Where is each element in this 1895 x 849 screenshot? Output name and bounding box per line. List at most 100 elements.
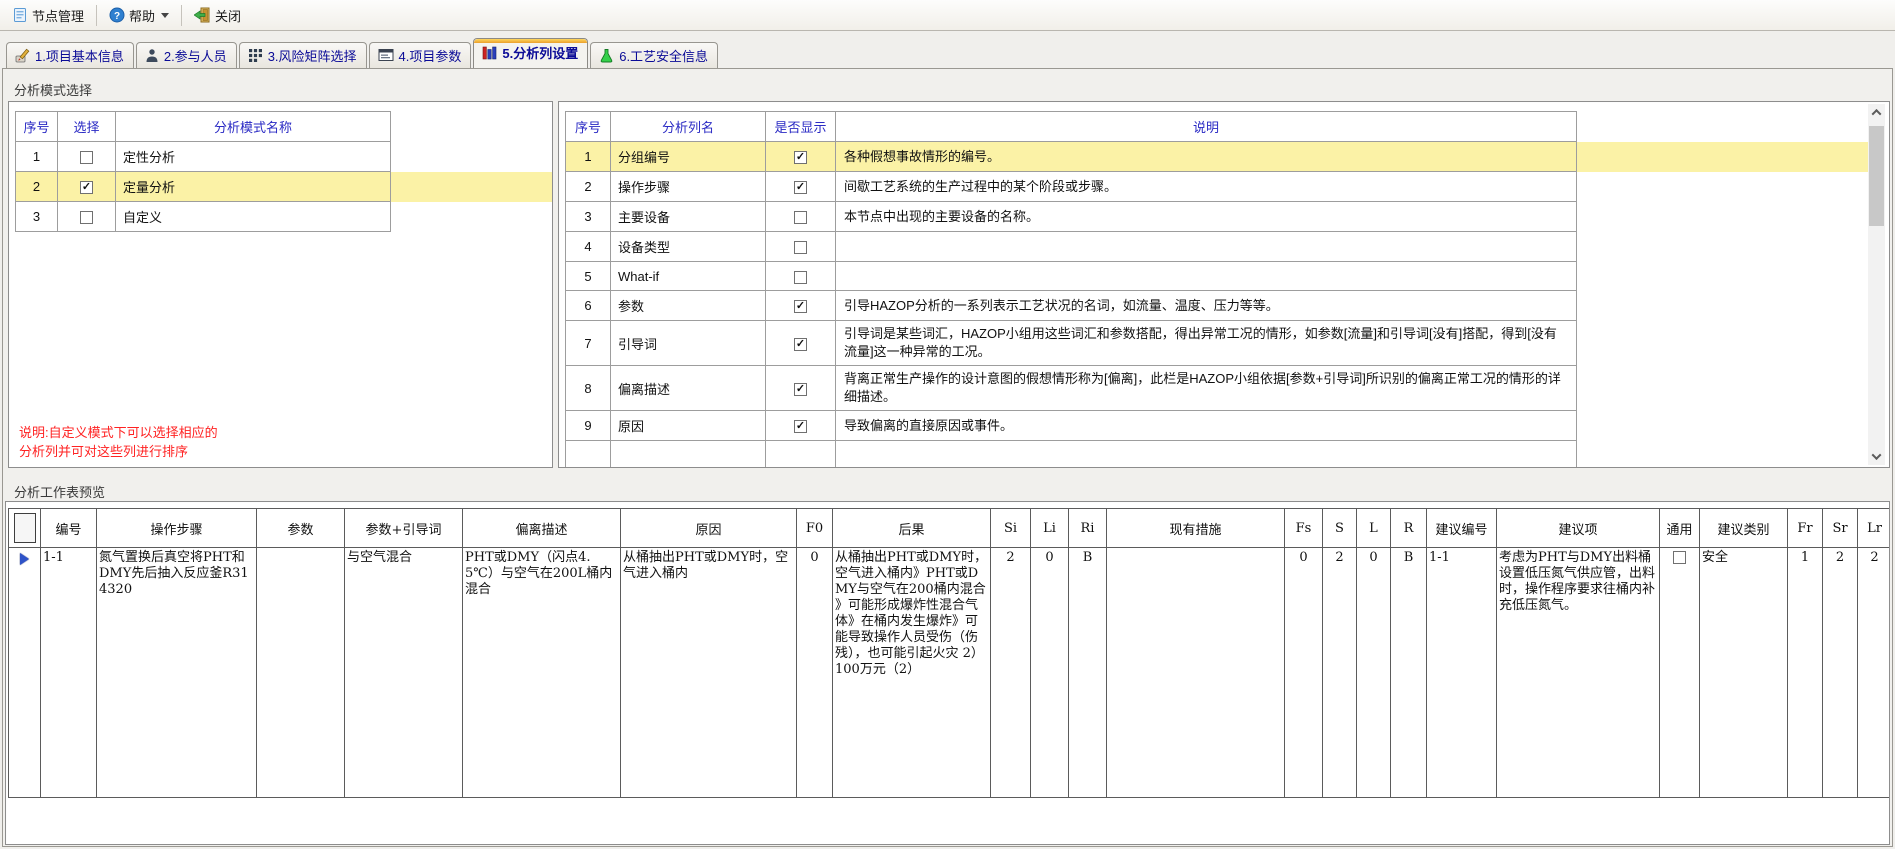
cell-lr[interactable]: 2 — [1857, 547, 1889, 798]
column-row-6[interactable]: 6 参数 ✓ 引导HAZOP分析的一系列表示工艺状况的名词，如流量、温度、压力等… — [565, 290, 1869, 321]
visible-checkbox[interactable] — [794, 211, 807, 225]
cell-rec-id[interactable]: 1-1 — [1426, 547, 1497, 798]
common-checkbox[interactable] — [1673, 551, 1686, 564]
visible-checkbox[interactable]: ✓ — [794, 151, 807, 165]
cell-param-guide[interactable]: 与空气混合 — [344, 547, 463, 798]
col-desc: 说明 — [835, 111, 1577, 142]
hand-pen-icon — [15, 48, 30, 63]
tab-label: 4.项目参数 — [398, 48, 462, 64]
column-row-4[interactable]: 4 设备类型 — [565, 231, 1869, 262]
node-manage-label: 节点管理 — [32, 8, 85, 24]
cell-li[interactable]: 0 — [1030, 547, 1069, 798]
scrollbar-thumb[interactable] — [1869, 126, 1884, 226]
help-label: 帮助 — [129, 8, 156, 24]
tab-strip: 1.项目基本信息 2.参与人员 3.风险矩阵选择 4.项目参数 5.分析列设置 … — [6, 38, 720, 68]
person-icon — [145, 48, 159, 63]
column-row-2[interactable]: 2 操作步骤 ✓ 间歇工艺系统的生产过程中的某个阶段或步骤。 — [565, 171, 1869, 202]
cell-sr[interactable]: 2 — [1822, 547, 1858, 798]
tab-project-info[interactable]: 1.项目基本信息 — [6, 42, 134, 68]
visible-checkbox[interactable] — [794, 241, 807, 255]
cell-cause[interactable]: 从桶抽出PHT或DMY时，空气进入桶内 — [620, 547, 797, 798]
cell-ri[interactable]: B — [1068, 547, 1107, 798]
row-selector-header — [8, 508, 41, 548]
tab-label: 1.项目基本信息 — [35, 48, 124, 64]
cell-fs[interactable]: 0 — [1284, 547, 1323, 798]
col-name: 分析列名 — [610, 111, 766, 142]
visible-checkbox[interactable]: ✓ — [794, 382, 807, 396]
cell-recommendation[interactable]: 考虑为PHT与DMY出料桶设置低压氮气供应管，出料时，操作程序要求往桶内补充低压… — [1496, 547, 1660, 798]
visible-checkbox[interactable]: ✓ — [794, 420, 807, 434]
document-icon — [12, 7, 28, 23]
cell-fr[interactable]: 1 — [1787, 547, 1823, 798]
tab-analysis-columns[interactable]: 5.分析列设置 — [473, 38, 589, 68]
tab-risk-matrix[interactable]: 3.风险矩阵选择 — [238, 42, 367, 68]
col-index: 序号 — [15, 111, 58, 142]
selector-box — [13, 513, 36, 543]
close-button[interactable]: 关闭 — [186, 2, 249, 29]
help-button[interactable]: ? 帮助 — [101, 2, 177, 29]
col-select: 选择 — [57, 111, 116, 142]
toolbar-separator — [181, 4, 183, 26]
col-index: 序号 — [565, 111, 611, 142]
column-row-3[interactable]: 3 主要设备 本节点中出现的主要设备的名称。 — [565, 201, 1869, 232]
columns-panel: 序号 分析列名 是否显示 说明 1 分组编号 ✓ 各种假想事故情形的编号。 2 … — [558, 101, 1890, 468]
mode-checkbox[interactable] — [80, 211, 93, 225]
form-icon — [378, 48, 394, 62]
cell-consequence[interactable]: 从桶抽出PHT或DMY时，空气进入桶内》PHT或DMY与空气在200桶内混合 》… — [832, 547, 991, 798]
current-row-indicator — [20, 553, 29, 565]
worksheet-row[interactable]: 1-1 氮气置换后真空将PHT和DMY先后抽入反应釜R314320 与空气混合 … — [8, 547, 1889, 798]
mode-section-title: 分析模式选择 — [14, 83, 93, 98]
mode-note: 说明:自定义模式下可以选择相应的 分析列并可对这些列进行排序 — [19, 425, 218, 459]
tab-label: 3.风险矩阵选择 — [267, 48, 357, 64]
mode-checkbox[interactable] — [80, 151, 93, 165]
cell-si[interactable]: 2 — [990, 547, 1031, 798]
visible-checkbox[interactable]: ✓ — [794, 300, 807, 314]
main-toolbar: 节点管理 ? 帮助 关闭 — [0, 0, 1895, 31]
tab-label: 2.参与人员 — [163, 48, 227, 64]
cell-id[interactable]: 1-1 — [40, 547, 97, 798]
scroll-up-button[interactable] — [1868, 104, 1885, 121]
column-row-10-partial[interactable] — [565, 440, 1869, 467]
cell-r[interactable]: B — [1390, 547, 1427, 798]
mode-row-1[interactable]: 1 定性分析 — [15, 141, 552, 172]
column-row-1-selected[interactable]: 1 分组编号 ✓ 各种假想事故情形的编号。 — [565, 141, 1869, 172]
cell-s[interactable]: 2 — [1322, 547, 1357, 798]
mode-table-header: 序号 选择 分析模式名称 — [15, 111, 552, 142]
chevron-down-icon — [1871, 450, 1882, 461]
cell-deviation[interactable]: PHT或DMY（闪点4.5℃）与空气在200L桶内混合 — [462, 547, 621, 798]
cell-l[interactable]: 0 — [1356, 547, 1391, 798]
column-row-7[interactable]: 7 引导词 ✓ 引导词是某些词汇，HAZOP小组用这些词汇和参数搭配，得出异常工… — [565, 320, 1869, 366]
row-selector-cell[interactable] — [8, 547, 41, 798]
tab-process-safety[interactable]: 6.工艺安全信息 — [590, 42, 719, 68]
cell-rec-type[interactable]: 安全 — [1699, 547, 1788, 798]
chevron-up-icon — [1871, 108, 1882, 119]
worksheet-panel: 编号 操作步骤 参数 参数+引导词 偏离描述 原因 F0 后果 Si Li Ri… — [5, 501, 1890, 845]
node-manage-button[interactable]: 节点管理 — [4, 2, 92, 29]
mode-row-2-selected[interactable]: 2 ✓ 定量分析 — [15, 171, 552, 202]
scroll-down-button[interactable] — [1868, 448, 1885, 465]
worksheet-table: 编号 操作步骤 参数 参数+引导词 偏离描述 原因 F0 后果 Si Li Ri… — [8, 508, 1889, 798]
matrix-grid-icon — [248, 48, 263, 63]
mode-panel: 序号 选择 分析模式名称 1 定性分析 2 ✓ 定量分析 3 自定义 说明:自定… — [8, 101, 553, 468]
worksheet-header: 编号 操作步骤 参数 参数+引导词 偏离描述 原因 F0 后果 Si Li Ri… — [8, 508, 1889, 548]
visible-checkbox[interactable]: ✓ — [794, 181, 807, 195]
cell-step[interactable]: 氮气置换后真空将PHT和DMY先后抽入反应釜R314320 — [96, 547, 257, 798]
cell-param[interactable] — [256, 547, 345, 798]
mode-checkbox[interactable]: ✓ — [80, 181, 93, 195]
column-row-9[interactable]: 9 原因 ✓ 导致偏离的直接原因或事件。 — [565, 410, 1869, 441]
columns-scrollbar[interactable] — [1868, 104, 1885, 465]
cell-f0[interactable]: 0 — [796, 547, 833, 798]
worksheet-section-title: 分析工作表预览 — [14, 485, 106, 500]
column-row-8[interactable]: 8 偏离描述 ✓ 背离正常生产操作的设计意图的假想情形称为[偏离]，此栏是HAZ… — [565, 365, 1869, 411]
cell-measures[interactable] — [1106, 547, 1285, 798]
cell-common[interactable] — [1659, 547, 1700, 798]
tab-participants[interactable]: 2.参与人员 — [135, 42, 237, 68]
visible-checkbox[interactable]: ✓ — [794, 337, 807, 351]
column-row-5[interactable]: 5 What-if — [565, 261, 1869, 291]
mode-row-3[interactable]: 3 自定义 — [15, 201, 552, 232]
filler — [390, 111, 552, 142]
visible-checkbox[interactable] — [794, 270, 807, 284]
tab-label: 6.工艺安全信息 — [619, 48, 709, 64]
filler — [1576, 111, 1869, 142]
tab-project-params[interactable]: 4.项目参数 — [368, 42, 472, 68]
